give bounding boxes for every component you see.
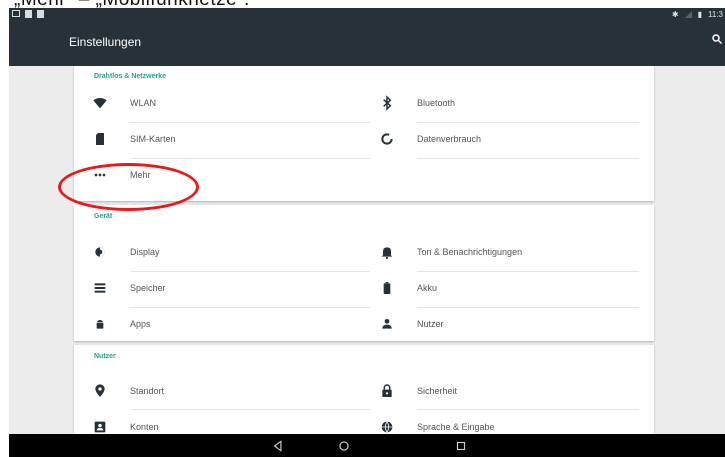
home-icon[interactable] [337,439,351,453]
clock: 11:3 [708,10,723,19]
page-title: Einstellungen [69,35,142,49]
divider [130,409,370,410]
divider [130,158,370,159]
data-usage-icon [381,133,393,145]
android-icon [96,320,104,329]
setting-label: SIM-Karten [130,134,176,144]
divider [417,122,639,123]
status-bar: ✱ ▮ 11:3 [9,8,725,22]
setting-akku[interactable]: Akku [379,276,437,300]
setting-apps[interactable]: Apps [92,312,151,336]
setting-label: Nutzer [417,319,444,329]
lock-icon [382,384,392,397]
setting-display[interactable]: Display [92,240,160,264]
screenshot-notification-icon [12,10,20,17]
divider [130,122,370,123]
navigation-bar [9,434,725,457]
globe-icon [381,421,393,433]
wifi-icon [93,98,107,109]
setting-label: WLAN [130,98,157,108]
setting-label: Ton & Benachrichtigungen [417,247,523,257]
lock-notification-icon [37,10,44,18]
app-toolbar: Einstellungen [9,22,725,66]
setting-bluetooth[interactable]: Bluetooth [379,91,455,115]
setting-label: Sicherheit [417,386,458,396]
setting-standort[interactable]: Standort [92,379,164,403]
search-icon[interactable] [711,33,723,45]
setting-wlan[interactable]: WLAN [92,91,156,115]
setting-label: Sprache & Eingabe [417,422,495,432]
setting-label: Standort [130,386,165,396]
divider [130,271,370,272]
setting-sim-karten[interactable]: SIM-Karten [92,127,176,151]
setting-label: Bluetooth [417,98,456,108]
divider [130,307,370,308]
tablet-screen: ✱ ▮ 11:3 Einstellungen Drahtlos & Netzwe… [9,8,725,457]
person-icon [382,319,392,329]
setting-label: Apps [130,319,151,329]
battery-status-icon: ▮ [697,10,703,19]
screenshot-frame: „Mehr“ – „Mobilfunknetze“. ✱ ▮ 11:3 Eins… [0,0,725,457]
bluetooth-status-icon: ✱ [671,10,679,19]
setting-speicher[interactable]: Speicher [92,276,166,300]
divider [417,307,639,308]
bluetooth-icon [383,95,392,111]
sim-card-icon [96,133,104,145]
recents-icon[interactable] [454,439,468,453]
section-user: Nutzer Standort Sicherheit Konten Sprach… [74,345,654,440]
back-icon[interactable] [271,439,285,453]
location-icon [95,384,105,397]
storage-icon [94,283,106,293]
divider [417,409,639,410]
section-title-device: Gerät [94,213,113,220]
signal-icon [684,11,692,18]
setting-label: Datenverbrauch [417,134,482,144]
setting-label: Speicher [130,283,166,293]
setting-ton[interactable]: Ton & Benachrichtigungen [379,240,522,264]
section-device: Gerät Display Ton & Benachrichtigungen S… [74,205,654,341]
sd-card-notification-icon [25,10,32,18]
setting-label: Akku [417,283,438,293]
bell-icon [381,247,393,260]
section-title-wireless: Drahtlos & Netzwerke [94,73,166,80]
setting-label: Display [130,247,160,257]
divider [417,271,639,272]
section-title-user: Nutzer [94,353,116,360]
setting-sicherheit[interactable]: Sicherheit [379,379,457,403]
setting-label: Konten [130,422,159,432]
account-icon [94,421,106,433]
highlight-circle [58,163,199,211]
setting-datenverbrauch[interactable]: Datenverbrauch [379,127,481,151]
setting-nutzer[interactable]: Nutzer [379,312,444,336]
brightness-icon [95,247,105,257]
divider [417,158,639,159]
battery-icon [383,282,391,294]
settings-list[interactable]: Drahtlos & Netzwerke WLAN Bluetooth SIM-… [9,66,725,440]
